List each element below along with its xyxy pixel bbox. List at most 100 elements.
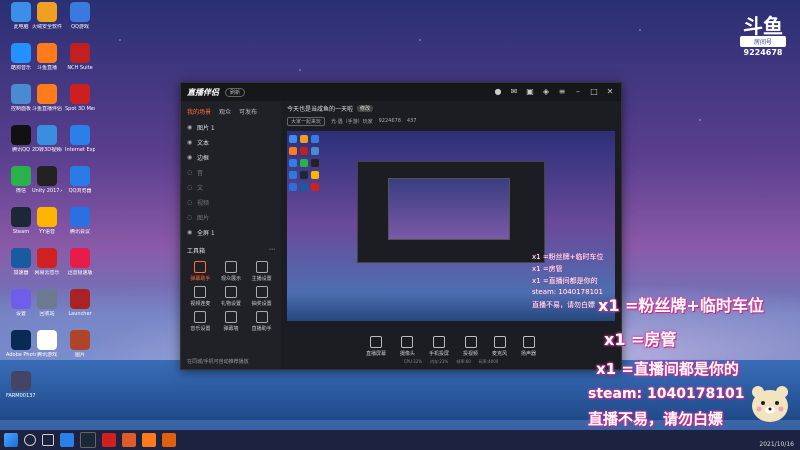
- memory-status: 内存:23%: [430, 359, 449, 364]
- desktop-icon[interactable]: 火绒安全软件: [32, 2, 62, 30]
- tool-danmaku-helper[interactable]: 弹幕助手: [185, 261, 216, 282]
- message-icon[interactable]: ✉: [509, 87, 519, 97]
- search-icon[interactable]: [24, 434, 36, 446]
- desktop-icon-label: 迅雷极速版: [67, 270, 93, 276]
- desktop-icon[interactable]: Launcher: [65, 289, 95, 317]
- desktop-app-icon: [70, 166, 90, 186]
- desktop-icon[interactable]: 腾讯会议: [65, 207, 95, 235]
- eye-icon[interactable]: ◉: [187, 229, 193, 236]
- phone-cast-button[interactable]: 手机投屏: [429, 335, 449, 357]
- tool-live-assistant[interactable]: 直播助手: [246, 311, 277, 332]
- douyu-app-icon[interactable]: [142, 433, 156, 447]
- netease-music-icon[interactable]: [102, 433, 116, 447]
- desktop-icon-label: Spot 3D Mesh C...: [65, 106, 95, 112]
- desktop-icon[interactable]: 迅雷极速版: [65, 248, 95, 276]
- scene-item[interactable]: ◉ 文本: [181, 135, 281, 150]
- tab-audience[interactable]: 观众: [219, 107, 231, 116]
- scene-item[interactable]: ◌ 图片: [181, 210, 281, 225]
- desktop-icon[interactable]: QQ游戏: [65, 2, 95, 30]
- minimize-icon[interactable]: –: [573, 87, 583, 97]
- scene-item[interactable]: ◉ 边框: [181, 150, 281, 165]
- eye-icon[interactable]: ◌: [187, 199, 193, 206]
- ie-icon[interactable]: [60, 433, 74, 447]
- scene-item[interactable]: ◉ 全屏 1: [181, 225, 281, 240]
- maximize-icon[interactable]: □: [589, 87, 599, 97]
- tab-publish[interactable]: 可发布: [239, 107, 257, 116]
- desktop-icon[interactable]: FARM00137...: [6, 371, 36, 399]
- skin-icon[interactable]: ▣: [525, 87, 535, 97]
- screen-capture-button[interactable]: 直播屏幕: [366, 335, 386, 357]
- microphone-button[interactable]: 麦克风: [492, 335, 507, 357]
- phone-icon: [432, 335, 445, 348]
- assistant-icon: [255, 311, 268, 323]
- desktop-icon[interactable]: 斗鱼直播伴侣: [32, 84, 62, 112]
- speaker-button[interactable]: 扬声器: [521, 335, 536, 357]
- overlay-small-line: 直播不易，请勿白嫖: [532, 301, 595, 309]
- video-icon: [464, 335, 477, 348]
- eye-icon[interactable]: ◌: [187, 214, 193, 221]
- overlay-line-admin: x1 =房管: [604, 330, 677, 349]
- desktop-app-icon: [11, 207, 31, 227]
- gift-icon[interactable]: ◈: [541, 87, 551, 97]
- app-title: 直播伴侣: [187, 87, 219, 97]
- taskbar-clock[interactable]: 2021/10/16: [759, 441, 794, 448]
- desktop-icon[interactable]: Internet Explorer: [65, 125, 95, 153]
- tool-danmaku-wall[interactable]: 弹幕墙: [216, 311, 247, 332]
- steam-icon[interactable]: [80, 432, 96, 448]
- toolbox-title: 工具箱: [187, 248, 206, 255]
- status-bar: CPU:32% 内存:23% 帧率:60 码率:4000: [287, 359, 615, 367]
- toolbox-more-icon[interactable]: ⋯: [269, 246, 275, 255]
- desktop-icon[interactable]: 斗鱼直播: [32, 43, 62, 71]
- desktop-icon-label: 网易云音乐: [34, 270, 60, 276]
- eye-icon[interactable]: ◉: [187, 139, 193, 146]
- edit-title-button[interactable]: 修改: [357, 104, 374, 112]
- overlay-line-support: 直播不易，请勿白嫖: [588, 410, 724, 428]
- desktop-icon-label: QQ浏览器: [68, 188, 92, 194]
- desktop-icon[interactable]: 腾讯游戏: [32, 330, 62, 358]
- eye-icon[interactable]: ◌: [187, 169, 193, 176]
- desktop-icon[interactable]: 回收站: [32, 289, 62, 317]
- desktop-icon-label: 2D转3D视频(html): [32, 147, 62, 153]
- desktop-app-icon: [37, 207, 57, 227]
- tool-viewer-display[interactable]: 观众展示: [216, 261, 247, 282]
- desktop-app-icon: [11, 2, 31, 22]
- tool-host-settings[interactable]: 主播设置: [246, 261, 277, 282]
- desktop-icon[interactable]: Spot 3D Mesh C...: [65, 84, 95, 112]
- close-icon[interactable]: ✕: [605, 87, 615, 97]
- eye-icon[interactable]: ◌: [187, 184, 193, 191]
- douyu-companion-icon[interactable]: [162, 433, 176, 447]
- refresh-badge[interactable]: 刷新: [225, 87, 246, 97]
- tool-video-link[interactable]: 视频连麦: [185, 286, 216, 307]
- toolbox-grid: 弹幕助手 观众展示 主播设置 视频连麦 礼物设置 抽奖设置 音乐设置 弹幕墙 直…: [181, 257, 281, 336]
- desktop-icon[interactable]: 图片: [65, 330, 95, 358]
- desktop-icon[interactable]: YY语音: [32, 207, 62, 235]
- desktop-icon[interactable]: Unity 2017.4.12...: [32, 166, 62, 194]
- camera-button[interactable]: 摄像头: [400, 335, 415, 357]
- desktop-icon[interactable]: QQ浏览器: [65, 166, 95, 194]
- tab-my-scenes[interactable]: 我的场景: [187, 107, 211, 116]
- eye-icon[interactable]: ◉: [187, 124, 193, 131]
- desktop-icon[interactable]: NCH Suite: [65, 43, 95, 71]
- overlay-line-steam: steam: 1040178101: [588, 386, 745, 402]
- eye-icon[interactable]: ◉: [187, 154, 193, 161]
- menu-icon[interactable]: ≡: [557, 87, 567, 97]
- desktop-icon[interactable]: 网易云音乐: [32, 248, 62, 276]
- tool-lottery[interactable]: 抽奖设置: [246, 286, 277, 307]
- tool-music[interactable]: 音乐设置: [185, 311, 216, 332]
- tool-gift-settings[interactable]: 礼物设置: [216, 286, 247, 307]
- game-name: 光·遇（手游）玩家: [331, 118, 373, 125]
- scene-item[interactable]: ◌ 视频: [181, 195, 281, 210]
- app-icon[interactable]: [122, 433, 136, 447]
- windows-start-icon[interactable]: [4, 433, 18, 447]
- avatar-icon[interactable]: ●: [493, 87, 503, 97]
- desktop-app-icon: [37, 43, 57, 63]
- video-button[interactable]: 投视频: [463, 335, 478, 357]
- category-chip[interactable]: 大家一起来玩: [287, 116, 326, 126]
- scene-item[interactable]: ◌ 音: [181, 165, 281, 180]
- desktop-app-icon: [70, 84, 90, 104]
- preview-desktop-icons: [289, 135, 329, 195]
- scene-item[interactable]: ◉ 图片 1: [181, 120, 281, 135]
- task-view-icon[interactable]: [42, 434, 54, 446]
- desktop-icon[interactable]: 2D转3D视频(html): [32, 125, 62, 153]
- scene-item[interactable]: ◌ 文: [181, 180, 281, 195]
